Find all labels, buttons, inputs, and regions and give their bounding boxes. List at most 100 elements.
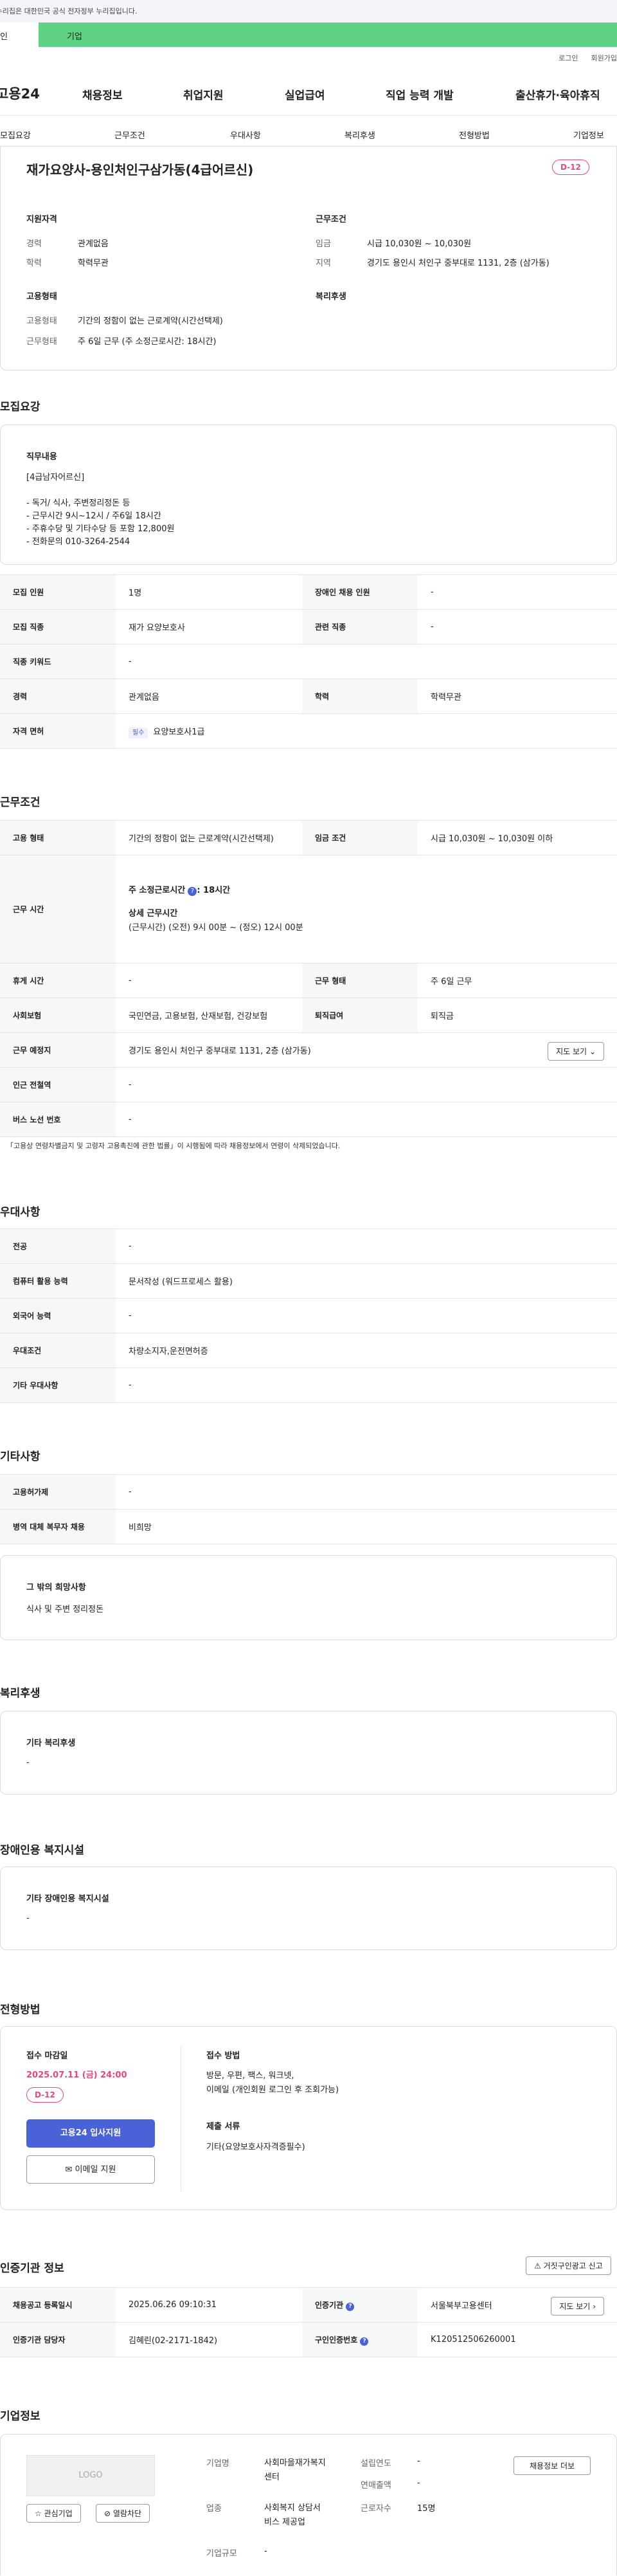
table-row: 모집 인원 1명 장애인 채용 인원 -	[0, 574, 617, 610]
etc-heading: 기타사항	[0, 1450, 40, 1463]
table-row: 인근 전철역 -	[0, 1067, 617, 1102]
section-nav-pref[interactable]: 우대사항	[230, 129, 261, 141]
table-header-cell: 버스 노선 번호	[0, 1102, 116, 1137]
chevron-right-icon: ›	[593, 2302, 596, 2311]
table-header-cell: 구인인증번호 ?	[302, 2322, 418, 2357]
table-cell: -	[116, 1067, 617, 1102]
edu-label: 학력	[26, 259, 42, 268]
apply-heading: 전형방법	[0, 2004, 40, 2016]
etc-table: 고용허가제 - 병역 대체 복무자 채용 비희망	[0, 1474, 617, 1544]
section-nav-apply[interactable]: 전형방법	[459, 129, 490, 141]
table-header-cell: 외국어 능력	[0, 1298, 116, 1333]
duty-line: - 근무시간 9시~12시 / 주6일 18시간	[26, 511, 161, 521]
gov-banner: 이 누리집은 대한민국 공식 전자정부 누리집입니다.	[0, 0, 617, 23]
section-nav-work[interactable]: 근무조건	[114, 129, 145, 141]
table-row: 우대조건 차량소지자,운전면허증	[0, 1333, 617, 1368]
table-header-cell: 사회보험	[0, 998, 116, 1033]
info-icon[interactable]: ?	[188, 886, 197, 896]
nav-parental-leave[interactable]: 출산휴가·육아휴직	[515, 86, 600, 102]
table-cell: 1명	[116, 574, 302, 610]
section-nav-recruit[interactable]: 모집요강	[0, 129, 31, 141]
login-link[interactable]: 로그인	[559, 54, 578, 62]
table-row: 컴퓨터 활용 능력 문서작성 (워드프로세스 활용)	[0, 1263, 617, 1299]
industry-value: 사회복지 상담서 비스 제공업	[264, 2503, 321, 2527]
worktype-label: 근무형태	[26, 337, 57, 347]
job-summary-card: 재가요양사-용인처인구삼가동(4급어르신) D-12 지원자격 경력 관계없음 …	[0, 147, 617, 370]
work-heading: 근무조건	[0, 796, 40, 809]
table-cell: 비희망	[116, 1509, 617, 1544]
info-icon[interactable]: ?	[346, 2302, 355, 2311]
edu-value: 학력무관	[78, 259, 109, 268]
map-button[interactable]: 지도 보기 ⌄	[548, 1042, 604, 1061]
nav-unemployment-benefit[interactable]: 실업급여	[285, 86, 325, 102]
career-value: 관계없음	[78, 239, 109, 249]
method-label: 접수 방법	[206, 2051, 240, 2061]
table-header-cell: 전공	[0, 1229, 116, 1264]
tab-person[interactable]: 개인	[0, 23, 39, 47]
founded-value: -	[417, 2456, 420, 2466]
welfare-summary-heading: 복리후생	[316, 292, 346, 302]
job-title: 재가요양사-용인처인구삼가동(4급어르신)	[26, 162, 254, 178]
age-notice: 「고용상 연령차별금지 및 고령자 고용촉진에 관한 법률」이 시행됨에 따라 …	[6, 1142, 341, 1150]
siren-icon: ⚠	[534, 2261, 541, 2270]
duty-line: [4급남자어르신]	[26, 473, 85, 482]
tab-company[interactable]: 기업	[39, 23, 617, 47]
nav-jobs[interactable]: 채용정보	[82, 86, 123, 102]
table-cell: -	[116, 963, 302, 998]
nav-vocational-training[interactable]: 직업 능력 개발	[386, 86, 454, 102]
region-label: 지역	[316, 259, 331, 268]
disability-card: 기타 장애인용 복지시설 -	[0, 1867, 617, 1950]
info-icon[interactable]: ?	[360, 2337, 369, 2346]
site-logo[interactable]: 고용24	[0, 84, 40, 103]
table-header-cell: 채용공고 등록일시	[0, 2287, 116, 2323]
block-icon: ⊘	[104, 2509, 111, 2518]
table-row: 전공 -	[0, 1229, 617, 1264]
table-header-cell: 인증기관 담당자	[0, 2322, 116, 2357]
table-header-cell: 우대조건	[0, 1333, 116, 1368]
required-badge: 필수	[129, 727, 148, 738]
mail-icon: ✉	[65, 2165, 73, 2175]
company-logo-placeholder: LOGO	[26, 2455, 155, 2496]
docs-value: 기타(요양보호사자격증필수)	[206, 2142, 305, 2152]
nav-employment-support[interactable]: 취업지원	[183, 86, 224, 102]
table-cell: 재가 요양보호사	[116, 609, 302, 644]
company-card: LOGO ☆ 관심기업 ⊘ 열람차단 기업명 사회마을재가복지 센터 업종 사회복…	[0, 2434, 617, 2575]
star-icon: ☆	[35, 2509, 42, 2518]
place-value: 경기도 용인시 처인구 중부대로 1131, 2층 (삼가동)	[129, 1046, 311, 1056]
table-cell: 기간의 정함이 없는 근로계약(시간선택제)	[116, 820, 302, 855]
welfare-card: 기타 복리후생 -	[0, 1711, 617, 1795]
staff-label: 근로자수	[361, 2504, 391, 2514]
section-nav-company[interactable]: 기업정보	[573, 129, 604, 141]
favorite-company-button[interactable]: ☆ 관심기업	[26, 2504, 81, 2523]
org-map-button[interactable]: 지도 보기 ›	[551, 2297, 604, 2316]
apply-card: 접수 마감일 2025.07.11 (금) 24:00 D-12 고용24 입사…	[0, 2026, 617, 2210]
table-header-cell: 인증기관 ?	[302, 2287, 418, 2323]
more-jobs-button[interactable]: 채용정보 더보	[514, 2456, 591, 2475]
table-row: 고용 형태 기간의 정함이 없는 근로계약(시간선택제) 임금 조건 시급 10…	[0, 820, 617, 855]
wage-value: 시급 10,030원 ~ 10,030원	[367, 239, 472, 249]
block-view-button[interactable]: ⊘ 열람차단	[96, 2504, 150, 2523]
table-row: 사회보험 국민연금, 고용보험, 산재보험, 건강보험 퇴직급여 퇴직금	[0, 998, 617, 1033]
email-apply-button[interactable]: ✉ 이메일 지원	[26, 2155, 155, 2184]
work-table: 고용 형태 기간의 정함이 없는 근로계약(시간선택제) 임금 조건 시급 10…	[0, 820, 617, 1137]
table-row: 외국어 능력 -	[0, 1298, 617, 1333]
wage-label: 임금	[316, 239, 331, 249]
table-row: 경력 관계없음 학력 학력무관	[0, 679, 617, 714]
table-header-cell: 자격 면허	[0, 713, 116, 749]
report-fake-ad-button[interactable]: ⚠ 거짓구인광고 신고	[526, 2256, 611, 2275]
table-cell: -	[418, 609, 617, 644]
table-row: 근무 시간 주 소정근로시간 ?: 18시간 상세 근무시간 (근무시간) (오…	[0, 855, 617, 964]
time-hours: : 18시간	[197, 885, 231, 895]
welfare-sub-heading: 기타 복리후생	[26, 1739, 76, 1748]
qual-heading: 지원자격	[26, 215, 57, 224]
main-nav: 고용24 채용정보 취업지원 실업급여 직업 능력 개발 출산휴가·육아휴직	[0, 82, 617, 116]
org-cell: 서울북부고용센터 지도 보기 ›	[418, 2287, 617, 2323]
duty-heading: 직무내용	[26, 452, 57, 462]
section-nav-welfare[interactable]: 복리후생	[344, 129, 375, 141]
apply-button[interactable]: 고용24 입사지원	[26, 2119, 155, 2148]
table-row: 인증기관 담당자 김혜린(02-2171-1842) 구인인증번호 ? K120…	[0, 2322, 617, 2357]
deadline-label: 접수 마감일	[26, 2051, 68, 2061]
join-link[interactable]: 회원가입	[591, 54, 617, 62]
table-cell: -	[116, 644, 617, 679]
table-row: 근무 예정지 경기도 용인시 처인구 중부대로 1131, 2층 (삼가동) 지…	[0, 1032, 617, 1068]
